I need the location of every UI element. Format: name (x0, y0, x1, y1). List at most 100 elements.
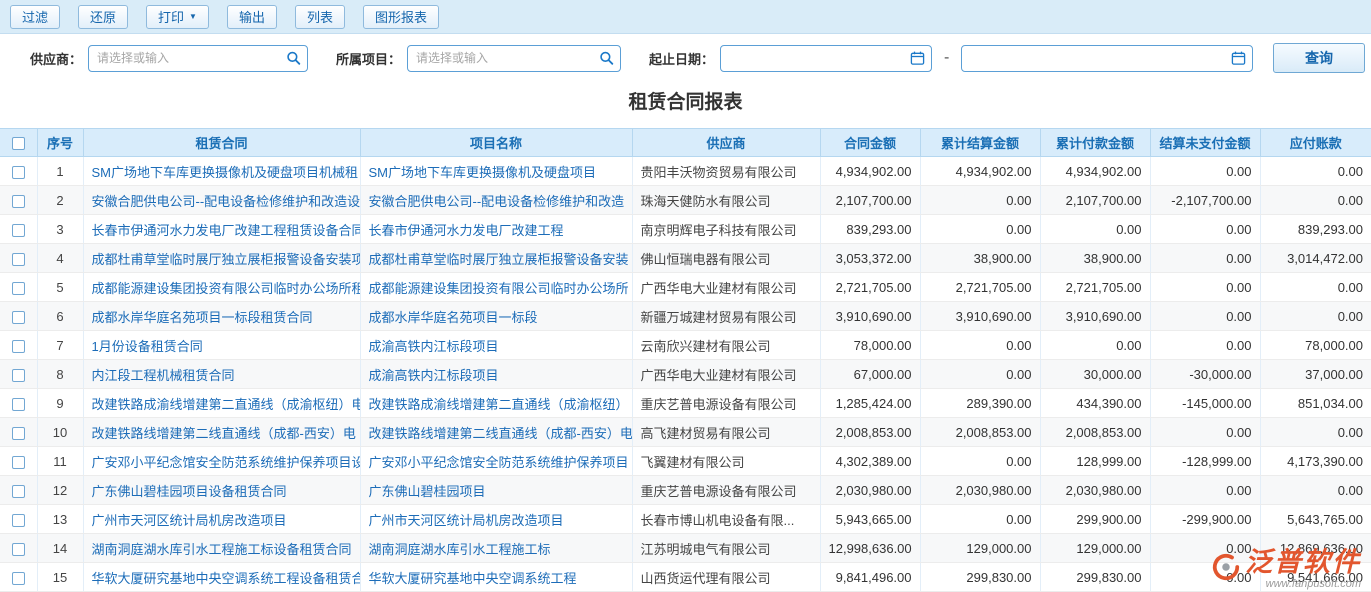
column-header[interactable]: 累计结算金额 (920, 129, 1040, 157)
row-checkbox[interactable] (12, 282, 25, 295)
column-header[interactable]: 项目名称 (360, 129, 632, 157)
calendar-icon[interactable] (1231, 51, 1246, 66)
row-checkbox[interactable] (12, 398, 25, 411)
project-link[interactable]: 长春市伊通河水力发电厂改建工程 (369, 223, 564, 238)
project-link[interactable]: 安徽合肥供电公司--配电设备检修维护和改造 (369, 194, 625, 209)
contract-link[interactable]: 内江段工程机械租赁合同 (92, 368, 235, 383)
settled-unpaid-amount: -2,107,700.00 (1150, 186, 1260, 215)
settled-amount: 129,000.00 (920, 534, 1040, 563)
row-checkbox[interactable] (12, 224, 25, 237)
query-button[interactable]: 查询 (1273, 43, 1365, 73)
project-link[interactable]: 成都能源建设集团投资有限公司临时办公场所 (369, 281, 629, 296)
project-link[interactable]: 华软大厦研究基地中央空调系统工程 (369, 571, 577, 586)
row-checkbox[interactable] (12, 166, 25, 179)
contract-link[interactable]: 成都杜甫草堂临时展厅独立展柜报警设备安装项 (92, 252, 361, 267)
settled-amount: 3,910,690.00 (920, 302, 1040, 331)
row-select-cell (0, 563, 37, 592)
contract-link[interactable]: SM广场地下车库更换摄像机及硬盘项目机械租 (92, 165, 359, 180)
project-link[interactable]: 湖南洞庭湖水库引水工程施工标 (369, 542, 551, 557)
project-link[interactable]: 广州市天河区统计局机房改造项目 (369, 513, 564, 528)
row-checkbox[interactable] (12, 195, 25, 208)
column-header[interactable]: 累计付款金额 (1040, 129, 1150, 157)
export-button[interactable]: 输出 (227, 5, 277, 29)
row-checkbox[interactable] (12, 543, 25, 556)
contract-link-cell: 内江段工程机械租赁合同 (83, 360, 360, 389)
date-start-input[interactable] (720, 45, 932, 72)
project-link[interactable]: 改建铁路成渝线增建第二直通线（成渝枢纽） (369, 397, 629, 412)
settled-amount: 0.00 (920, 186, 1040, 215)
contract-link[interactable]: 成都水岸华庭名苑项目一标段租赁合同 (92, 310, 313, 325)
print-button[interactable]: 打印▼ (146, 5, 209, 29)
settled-unpaid-amount: -128,999.00 (1150, 447, 1260, 476)
row-checkbox[interactable] (12, 311, 25, 324)
contract-link[interactable]: 成都能源建设集团投资有限公司临时办公场所租 (92, 281, 361, 296)
settled-unpaid-amount: 0.00 (1150, 157, 1260, 186)
filter-button[interactable]: 过滤 (10, 5, 60, 29)
row-checkbox[interactable] (12, 485, 25, 498)
table-row: 8内江段工程机械租赁合同成渝高铁内江标段项目广西华电大业建材有限公司67,000… (0, 360, 1371, 389)
column-header[interactable]: 供应商 (632, 129, 820, 157)
settled-amount: 38,900.00 (920, 244, 1040, 273)
row-checkbox[interactable] (12, 572, 25, 585)
supplier-input[interactable] (88, 45, 308, 72)
row-checkbox[interactable] (12, 340, 25, 353)
project-link[interactable]: 广东佛山碧桂园项目 (369, 484, 486, 499)
row-number: 10 (37, 418, 83, 447)
table-row: 13广州市天河区统计局机房改造项目广州市天河区统计局机房改造项目长春市博山机电设… (0, 505, 1371, 534)
contract-amount: 4,302,389.00 (820, 447, 920, 476)
search-icon[interactable] (599, 51, 614, 66)
date-end-input[interactable] (961, 45, 1253, 72)
contract-link-cell: 改建铁路线增建第二线直通线（成都-西安）电 (83, 418, 360, 447)
project-link[interactable]: 改建铁路线增建第二线直通线（成都-西安）电 (369, 426, 633, 441)
row-checkbox[interactable] (12, 253, 25, 266)
column-header[interactable]: 租赁合同 (83, 129, 360, 157)
contract-link[interactable]: 广安邓小平纪念馆安全防范系统维护保养项目设 (92, 455, 361, 470)
project-input[interactable] (407, 45, 621, 72)
column-header[interactable]: 合同金额 (820, 129, 920, 157)
paid-amount: 3,910,690.00 (1040, 302, 1150, 331)
contract-link[interactable]: 广州市天河区统计局机房改造项目 (92, 513, 287, 528)
row-checkbox[interactable] (12, 456, 25, 469)
supplier-cell: 佛山恒瑞电器有限公司 (632, 244, 820, 273)
report-table-body: 1SM广场地下车库更换摄像机及硬盘项目机械租SM广场地下车库更换摄像机及硬盘项目… (0, 157, 1371, 592)
payable-amount: 37,000.00 (1260, 360, 1371, 389)
project-link[interactable]: SM广场地下车库更换摄像机及硬盘项目 (369, 165, 597, 180)
contract-link[interactable]: 改建铁路线增建第二线直通线（成都-西安）电 (92, 426, 356, 441)
settled-unpaid-amount: -145,000.00 (1150, 389, 1260, 418)
row-checkbox[interactable] (12, 514, 25, 527)
project-link[interactable]: 成都杜甫草堂临时展厅独立展柜报警设备安装 (369, 252, 629, 267)
contract-link-cell: 成都水岸华庭名苑项目一标段租赁合同 (83, 302, 360, 331)
paid-amount: 2,030,980.00 (1040, 476, 1150, 505)
restore-button[interactable]: 还原 (78, 5, 128, 29)
contract-link[interactable]: 安徽合肥供电公司--配电设备检修维护和改造设 (92, 194, 361, 209)
row-checkbox[interactable] (12, 369, 25, 382)
list-view-button[interactable]: 列表 (295, 5, 345, 29)
calendar-icon[interactable] (910, 51, 925, 66)
filter-button-label: 过滤 (22, 7, 48, 26)
contract-link[interactable]: 长春市伊通河水力发电厂改建工程租赁设备合同 (92, 223, 361, 238)
select-all-checkbox[interactable] (12, 137, 25, 150)
supplier-cell: 云南欣兴建材有限公司 (632, 331, 820, 360)
chart-report-button[interactable]: 图形报表 (363, 5, 439, 29)
project-link[interactable]: 成渝高铁内江标段项目 (369, 339, 499, 354)
contract-link[interactable]: 华软大厦研究基地中央空调系统工程设备租赁合 (92, 571, 361, 586)
contract-link[interactable]: 广东佛山碧桂园项目设备租赁合同 (92, 484, 287, 499)
project-link[interactable]: 成渝高铁内江标段项目 (369, 368, 499, 383)
row-checkbox[interactable] (12, 427, 25, 440)
paid-amount: 2,721,705.00 (1040, 273, 1150, 302)
settled-amount: 299,830.00 (920, 563, 1040, 592)
payable-amount: 0.00 (1260, 157, 1371, 186)
column-header[interactable]: 序号 (37, 129, 83, 157)
contract-link[interactable]: 1月份设备租赁合同 (92, 339, 203, 354)
project-link[interactable]: 成都水岸华庭名苑项目一标段 (369, 310, 538, 325)
payable-amount: 3,014,472.00 (1260, 244, 1371, 273)
column-header[interactable]: 结算未支付金额 (1150, 129, 1260, 157)
contract-link[interactable]: 改建铁路成渝线增建第二直通线（成渝枢纽）电 (92, 397, 361, 412)
contract-link[interactable]: 湖南洞庭湖水库引水工程施工标设备租赁合同 (92, 542, 352, 557)
paid-amount: 0.00 (1040, 331, 1150, 360)
column-header[interactable]: 应付账款 (1260, 129, 1371, 157)
search-icon[interactable] (286, 51, 301, 66)
table-row: 1SM广场地下车库更换摄像机及硬盘项目机械租SM广场地下车库更换摄像机及硬盘项目… (0, 157, 1371, 186)
contract-amount: 2,721,705.00 (820, 273, 920, 302)
project-link[interactable]: 广安邓小平纪念馆安全防范系统维护保养项目 (369, 455, 629, 470)
